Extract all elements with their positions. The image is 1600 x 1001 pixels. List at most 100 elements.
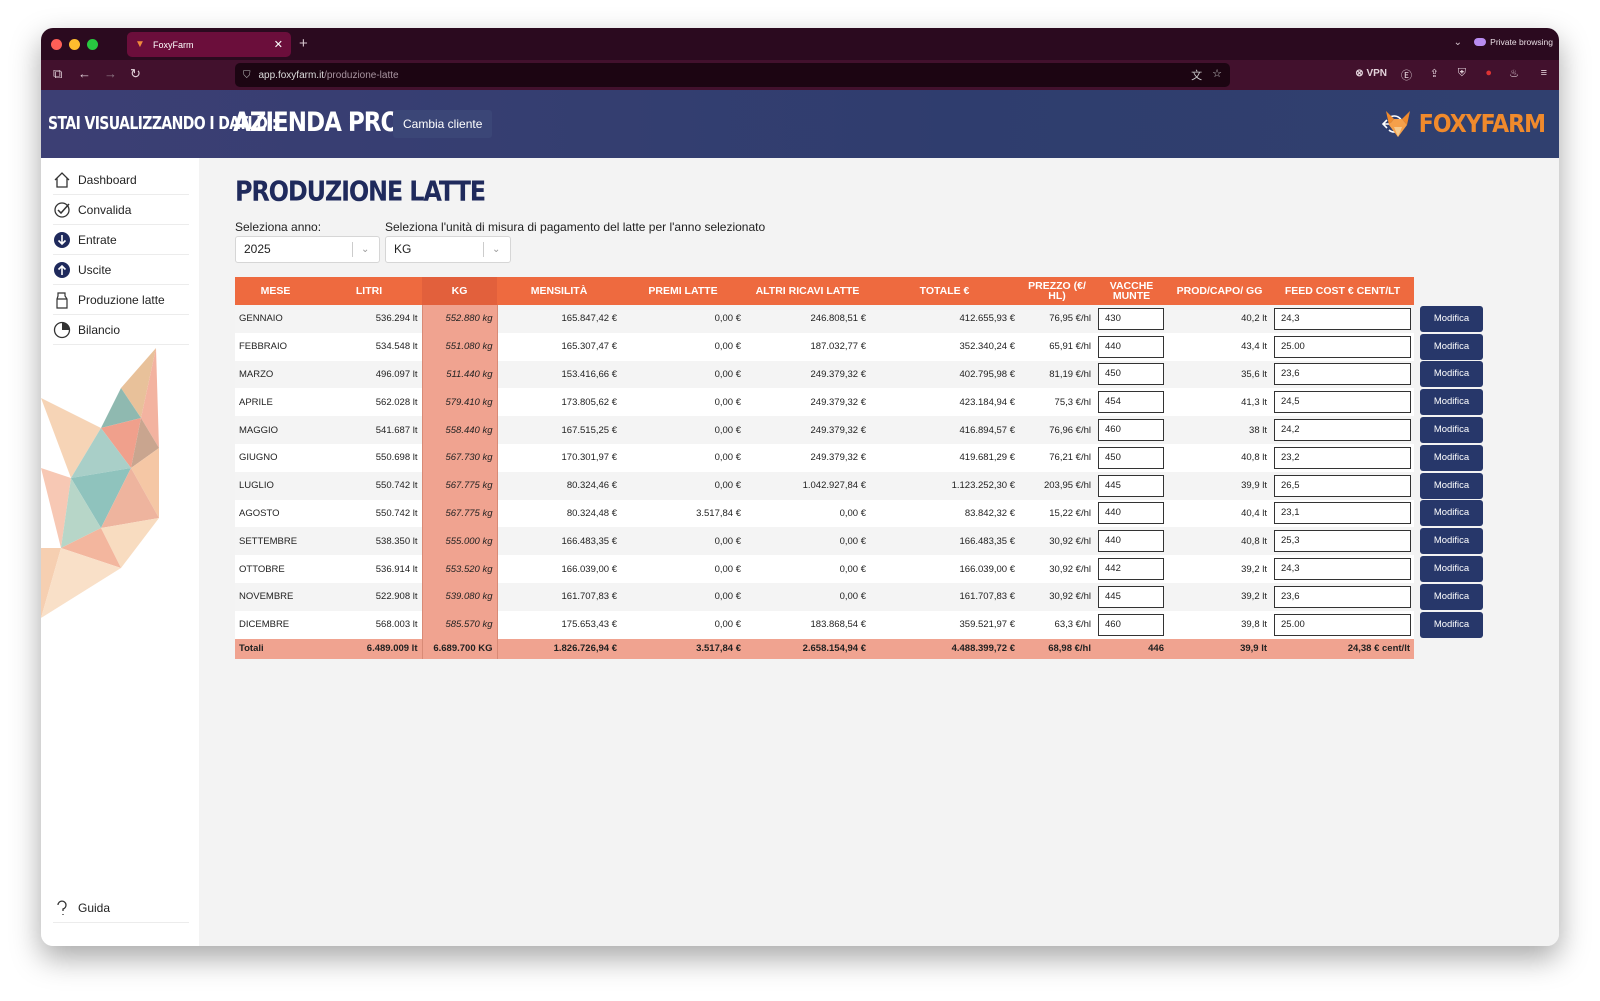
totals-cell: 2.658.154,94 € — [745, 638, 870, 659]
table-cell: 567.775 kg — [421, 499, 498, 528]
sidebar-item-entrate[interactable]: Entrate — [53, 225, 189, 255]
table-cell: 165.847,42 € — [497, 305, 621, 333]
share-icon[interactable]: ⇪ — [1430, 67, 1439, 80]
sidebar-item-dashboard[interactable]: Dashboard — [53, 165, 189, 195]
unit-label: Seleziona l'unità di misura di pagamento… — [385, 220, 766, 234]
edit-button[interactable]: Modifica — [1420, 305, 1483, 332]
sidebar-item-label: Entrate — [78, 232, 117, 247]
cows-milked-input[interactable]: 460 — [1098, 419, 1164, 442]
feed-cost-input[interactable]: 25.00 — [1274, 335, 1411, 358]
extension-shield-icon[interactable]: ⛨ — [1458, 67, 1466, 80]
table-cell: 1.042.927,84 € — [745, 471, 870, 500]
edit-button[interactable]: Modifica — [1420, 389, 1483, 416]
forward-icon[interactable]: → — [104, 66, 117, 81]
table-cell: 0,00 € — [621, 416, 745, 444]
month-cell: AGOSTO — [235, 499, 316, 528]
close-tab-icon[interactable]: ✕ — [274, 38, 283, 51]
table-cell: 30,92 €/hl — [1019, 555, 1095, 583]
totals-cell: 68,98 €/hl — [1019, 638, 1095, 659]
table-cell: 187.032,77 € — [745, 332, 870, 361]
cows-milked-cell: 430 — [1095, 305, 1168, 333]
year-select[interactable]: 2025 ⌄ — [235, 236, 380, 263]
edit-button[interactable]: Modifica — [1420, 583, 1483, 610]
column-header: MENSILITÀ — [497, 277, 621, 305]
feed-cost-input[interactable]: 24,3 — [1274, 558, 1411, 581]
table-cell: 402.795,98 € — [870, 360, 1019, 389]
unit-select-value: KG — [394, 242, 412, 256]
table-cell: 65,91 €/hl — [1019, 332, 1095, 361]
cows-milked-input[interactable]: 440 — [1098, 530, 1164, 553]
column-header: PREMI LATTE — [621, 277, 745, 305]
cows-milked-input[interactable]: 460 — [1098, 613, 1164, 636]
table-cell: 38 lt — [1168, 416, 1271, 444]
vpn-button[interactable]: ⊗ VPN — [1355, 68, 1387, 79]
feed-cost-input[interactable]: 23,2 — [1274, 446, 1411, 469]
cows-milked-input[interactable]: 442 — [1098, 558, 1164, 581]
table-cell: 552.880 kg — [421, 305, 498, 333]
sidebar-item-uscite[interactable]: Uscite — [53, 255, 189, 285]
cows-milked-input[interactable]: 430 — [1098, 307, 1164, 330]
extension-flame-icon[interactable]: ♨ — [1509, 67, 1519, 80]
unit-select[interactable]: KG ⌄ — [385, 236, 511, 263]
cows-milked-input[interactable]: 440 — [1098, 502, 1164, 525]
edit-button[interactable]: Modifica — [1420, 417, 1483, 444]
edit-button[interactable]: Modifica — [1420, 556, 1483, 583]
edit-button[interactable]: Modifica — [1420, 528, 1483, 555]
cows-milked-input[interactable]: 445 — [1098, 585, 1164, 608]
new-tab-button[interactable]: + — [299, 35, 308, 52]
cows-milked-cell: 454 — [1095, 388, 1168, 417]
table-cell: 0,00 € — [621, 471, 745, 500]
action-cell: Modifica — [1414, 472, 1489, 500]
feed-cost-input[interactable]: 24,5 — [1274, 391, 1411, 414]
sidebar-item-produzione-latte[interactable]: Produzione latte — [53, 285, 189, 315]
minimize-window-button[interactable] — [69, 39, 80, 50]
edit-button[interactable]: Modifica — [1420, 333, 1483, 360]
edit-button[interactable]: Modifica — [1420, 444, 1483, 471]
feed-cost-input[interactable]: 25.00 — [1274, 613, 1411, 636]
edit-button[interactable]: Modifica — [1420, 500, 1483, 527]
extension-e-icon[interactable]: Ⓔ — [1401, 67, 1412, 83]
feed-cost-input[interactable]: 26,5 — [1274, 474, 1411, 497]
translate-icon[interactable]: 文 — [1191, 67, 1202, 83]
feed-cost-input[interactable]: 23,1 — [1274, 502, 1411, 525]
ublock-icon[interactable]: ● — [1485, 67, 1492, 79]
action-cell: Modifica — [1414, 444, 1489, 472]
menu-icon[interactable]: ≡ — [1541, 67, 1547, 79]
table-cell: 80.324,46 € — [497, 471, 621, 500]
cows-milked-input[interactable]: 440 — [1098, 335, 1164, 358]
month-cell: GIUGNO — [235, 443, 316, 472]
cows-milked-input[interactable]: 454 — [1098, 391, 1164, 414]
back-icon[interactable]: ← — [78, 66, 91, 81]
sidebar-item-convalida[interactable]: Convalida — [53, 195, 189, 225]
action-cell: Modifica — [1414, 500, 1489, 528]
cows-milked-input[interactable]: 450 — [1098, 363, 1164, 386]
feed-cost-input[interactable]: 24,3 — [1274, 307, 1411, 330]
feed-cost-input[interactable]: 23,6 — [1274, 585, 1411, 608]
sidebar-toggle-icon[interactable]: ⧉ — [53, 66, 62, 82]
feed-cost-cell: 25.00 — [1271, 332, 1414, 361]
change-client-button[interactable]: Cambia cliente — [393, 110, 493, 138]
edit-button[interactable]: Modifica — [1420, 472, 1483, 499]
edit-button[interactable]: Modifica — [1420, 611, 1483, 638]
edit-button[interactable]: Modifica — [1420, 361, 1483, 388]
cows-milked-input[interactable]: 445 — [1098, 474, 1164, 497]
table-cell: 419.681,29 € — [870, 443, 1019, 472]
action-cell: Modifica — [1414, 305, 1489, 333]
sidebar-item-label: Bilancio — [78, 322, 121, 337]
main-content: PRODUZIONE LATTE Seleziona anno: Selezio… — [199, 158, 1559, 946]
table-row: AGOSTO 550.742 lt 567.775 kg 80.324,48 €3.5… — [235, 499, 1489, 528]
address-bar[interactable]: ⛉ app.foxyfarm.it/produzione-latte 文 ☆ — [235, 63, 1230, 87]
close-window-button[interactable] — [51, 39, 62, 50]
feed-cost-input[interactable]: 25,3 — [1274, 530, 1411, 553]
bookmark-star-icon[interactable]: ☆ — [1212, 67, 1222, 83]
sidebar-item-guida[interactable]: Guida — [53, 893, 189, 923]
cows-milked-input[interactable]: 450 — [1098, 446, 1164, 469]
reload-icon[interactable]: ↻ — [130, 66, 141, 82]
zoom-window-button[interactable] — [87, 39, 98, 50]
browser-tab[interactable]: ▼ FoxyFarm ✕ — [127, 32, 291, 57]
feed-cost-input[interactable]: 24,2 — [1274, 419, 1411, 442]
table-cell: 538.350 lt — [316, 527, 422, 556]
tab-list-chevron-icon[interactable]: ⌄ — [1454, 37, 1462, 48]
feed-cost-input[interactable]: 23,6 — [1274, 363, 1411, 386]
sidebar-item-bilancio[interactable]: Bilancio — [53, 315, 189, 345]
